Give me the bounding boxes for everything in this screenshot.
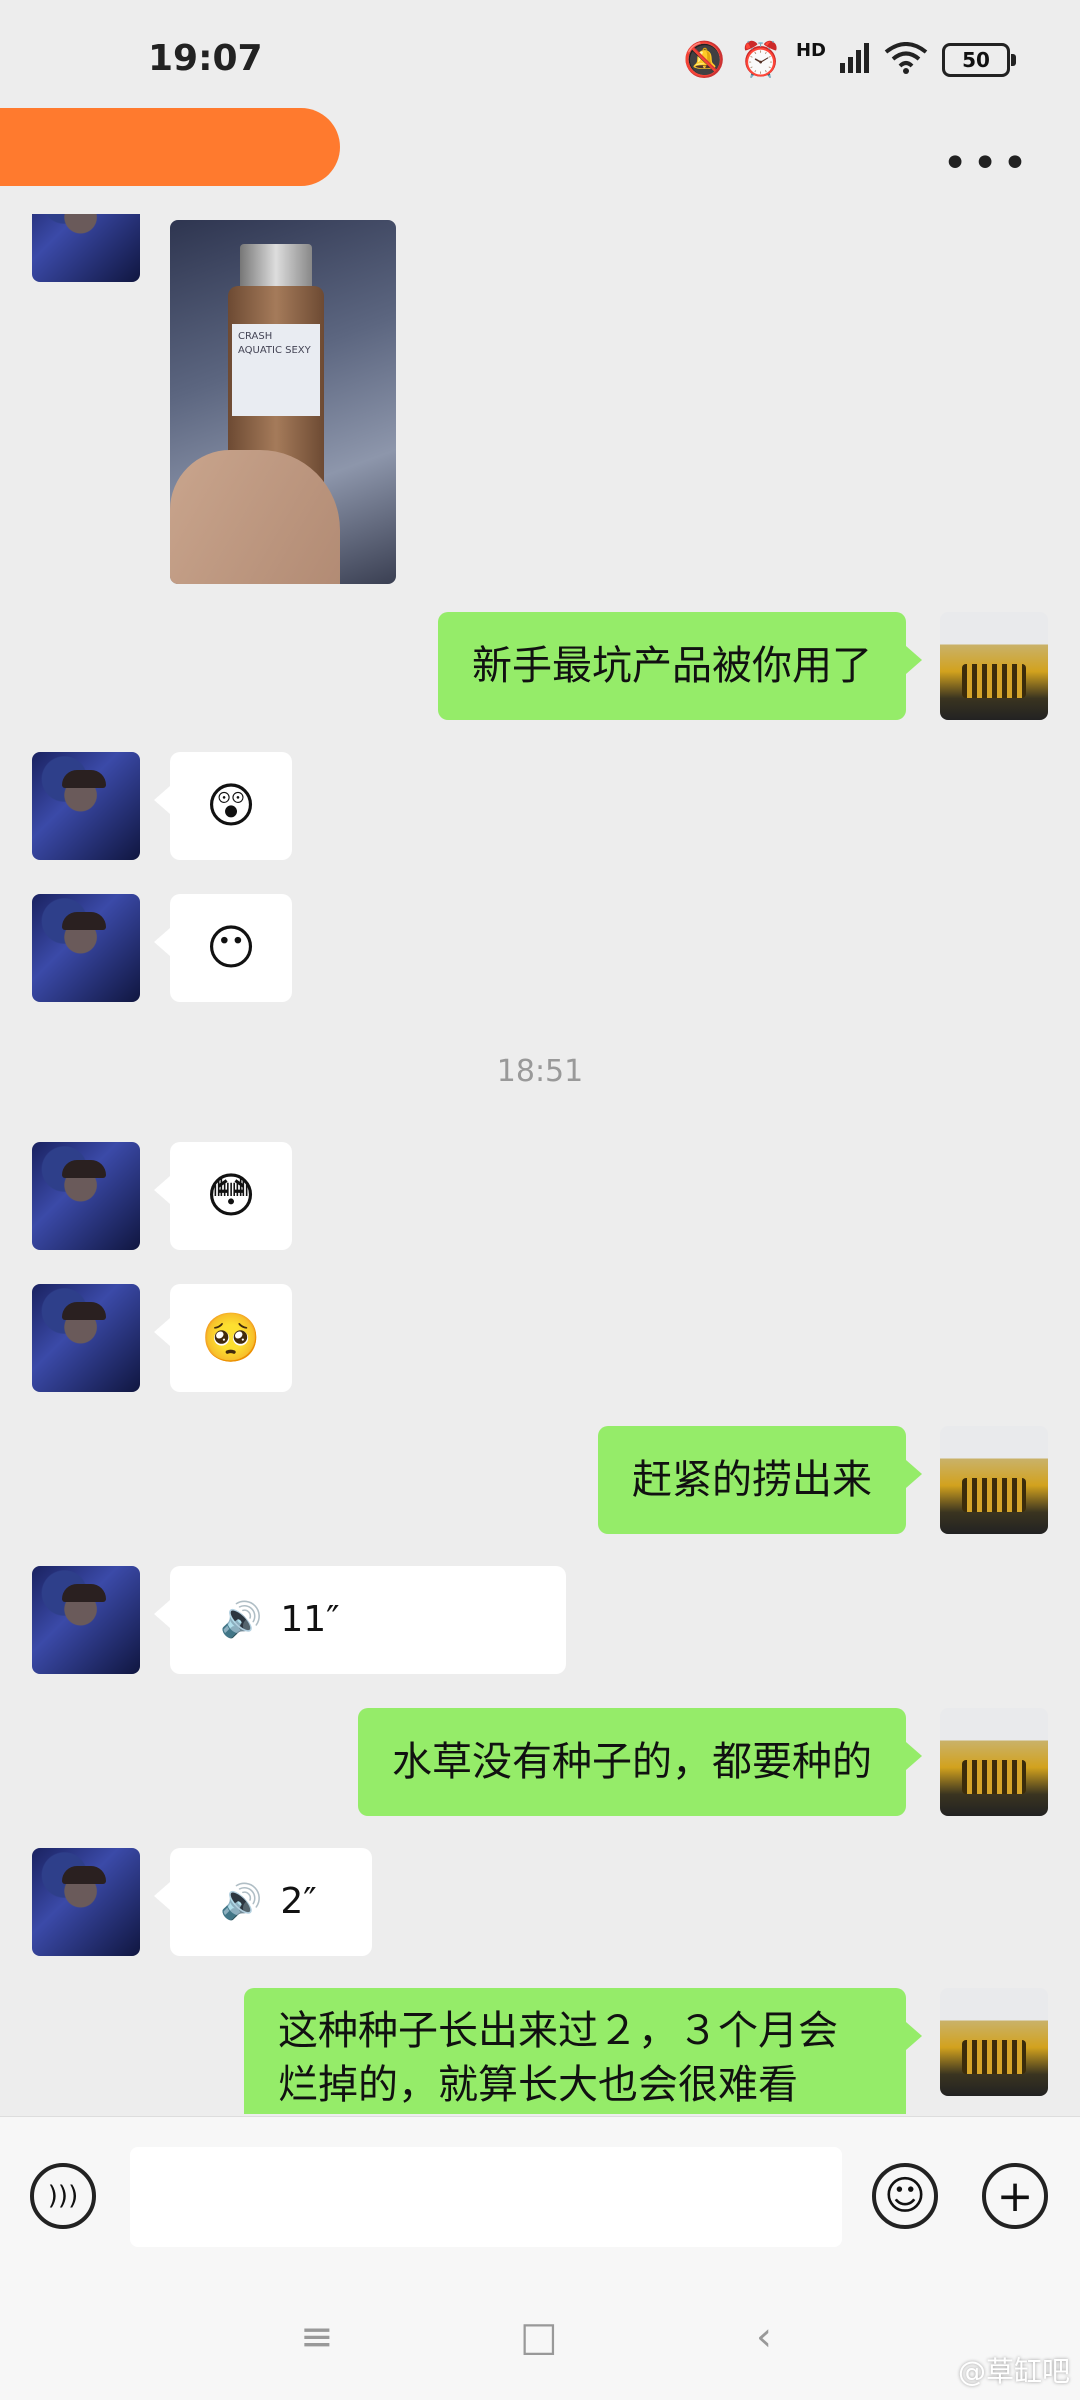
emoji-message[interactable]: 😶 — [154, 894, 292, 1002]
bottle-label: CRASH AQUATIC SEXY — [232, 324, 320, 416]
home-nav-icon[interactable]: □ — [520, 2314, 558, 2360]
emoji-icon[interactable]: ☺ — [872, 2163, 938, 2229]
my-avatar[interactable] — [940, 1426, 1048, 1534]
message-text: 这种种子长出来过２，３个月会烂掉的，就算长大也会很难看 — [278, 2008, 838, 2108]
status-bar: 19:07 🔕 ⏰ HD 50 — [0, 0, 1080, 120]
menu-nav-icon[interactable]: ≡ — [300, 2314, 334, 2360]
status-time: 19:07 — [148, 38, 263, 79]
message-input[interactable] — [130, 2147, 842, 2247]
emoji-message[interactable]: 😲 — [154, 752, 292, 860]
contact-avatar[interactable] — [32, 894, 140, 1002]
contact-avatar[interactable] — [32, 1566, 140, 1674]
image-message[interactable]: CRASH AQUATIC SEXY — [170, 220, 396, 584]
signal-icon — [840, 43, 870, 77]
input-bar: ))) ☺ + — [0, 2116, 1080, 2275]
emoji-speechless: 😶 — [205, 920, 257, 976]
voice-duration: 2″ — [280, 1881, 317, 1922]
system-nav-bar: ≡ □ ‹ @草缸吧 — [0, 2274, 1080, 2400]
voice-message[interactable]: 🔊 2″ — [154, 1848, 372, 1956]
contact-avatar[interactable] — [32, 1142, 140, 1250]
alarm-icon: ⏰ — [739, 40, 782, 80]
watermark: @草缸吧 — [957, 2355, 1070, 2388]
voice-message[interactable]: 🔊 11″ — [154, 1566, 566, 1674]
contact-avatar[interactable] — [32, 214, 140, 282]
redacted-title-overlay — [0, 108, 340, 186]
contact-avatar[interactable] — [32, 752, 140, 860]
emoji-message[interactable]: 😳 — [154, 1142, 292, 1250]
back-nav-icon[interactable]: ‹ — [756, 2314, 772, 2360]
message-text: 新手最坑产品被你用了 — [472, 643, 872, 689]
battery-level: 50 — [962, 48, 990, 72]
voice-toggle-icon[interactable]: ))) — [30, 2163, 96, 2229]
my-avatar[interactable] — [940, 612, 1048, 720]
contact-avatar[interactable] — [32, 1848, 140, 1956]
more-icon[interactable]: ••• — [942, 138, 1032, 189]
voice-wave-icon: 🔊 — [220, 1882, 263, 1922]
message-text: 水草没有种子的，都要种的 — [392, 1739, 872, 1785]
battery-icon: 50 — [942, 43, 1016, 77]
emoji-astonished: 😲 — [205, 778, 257, 834]
message-text: 赶紧的捞出来 — [632, 1457, 872, 1503]
contact-avatar[interactable] — [32, 1284, 140, 1392]
status-icons: 🔕 ⏰ HD 50 — [683, 38, 1016, 82]
my-avatar[interactable] — [940, 1708, 1048, 1816]
chat-messages[interactable]: CRASH AQUATIC SEXY 新手最坑产品被你用了 😲 😶 18:51 … — [0, 214, 1080, 2114]
emoji-pleading: 🥺 — [201, 1310, 261, 1366]
message-bubble-sent[interactable]: 水草没有种子的，都要种的 — [358, 1708, 922, 1816]
hd-signal-icon: HD — [795, 39, 826, 61]
my-avatar[interactable] — [940, 1988, 1048, 2096]
plus-icon[interactable]: + — [982, 2163, 1048, 2229]
emoji-flushed: 😳 — [205, 1168, 257, 1224]
voice-duration: 11″ — [280, 1599, 340, 1640]
wifi-icon — [884, 42, 928, 78]
message-bubble-sent[interactable]: 新手最坑产品被你用了 — [438, 612, 922, 720]
message-bubble-sent[interactable]: 赶紧的捞出来 — [598, 1426, 922, 1534]
emoji-message[interactable]: 🥺 — [154, 1284, 292, 1392]
message-timestamp: 18:51 — [496, 1054, 584, 1089]
mute-bell-icon: 🔕 — [683, 40, 726, 80]
message-bubble-sent[interactable]: 这种种子长出来过２，３个月会烂掉的，就算长大也会很难看 — [244, 1988, 922, 2114]
voice-wave-icon: 🔊 — [220, 1600, 263, 1640]
